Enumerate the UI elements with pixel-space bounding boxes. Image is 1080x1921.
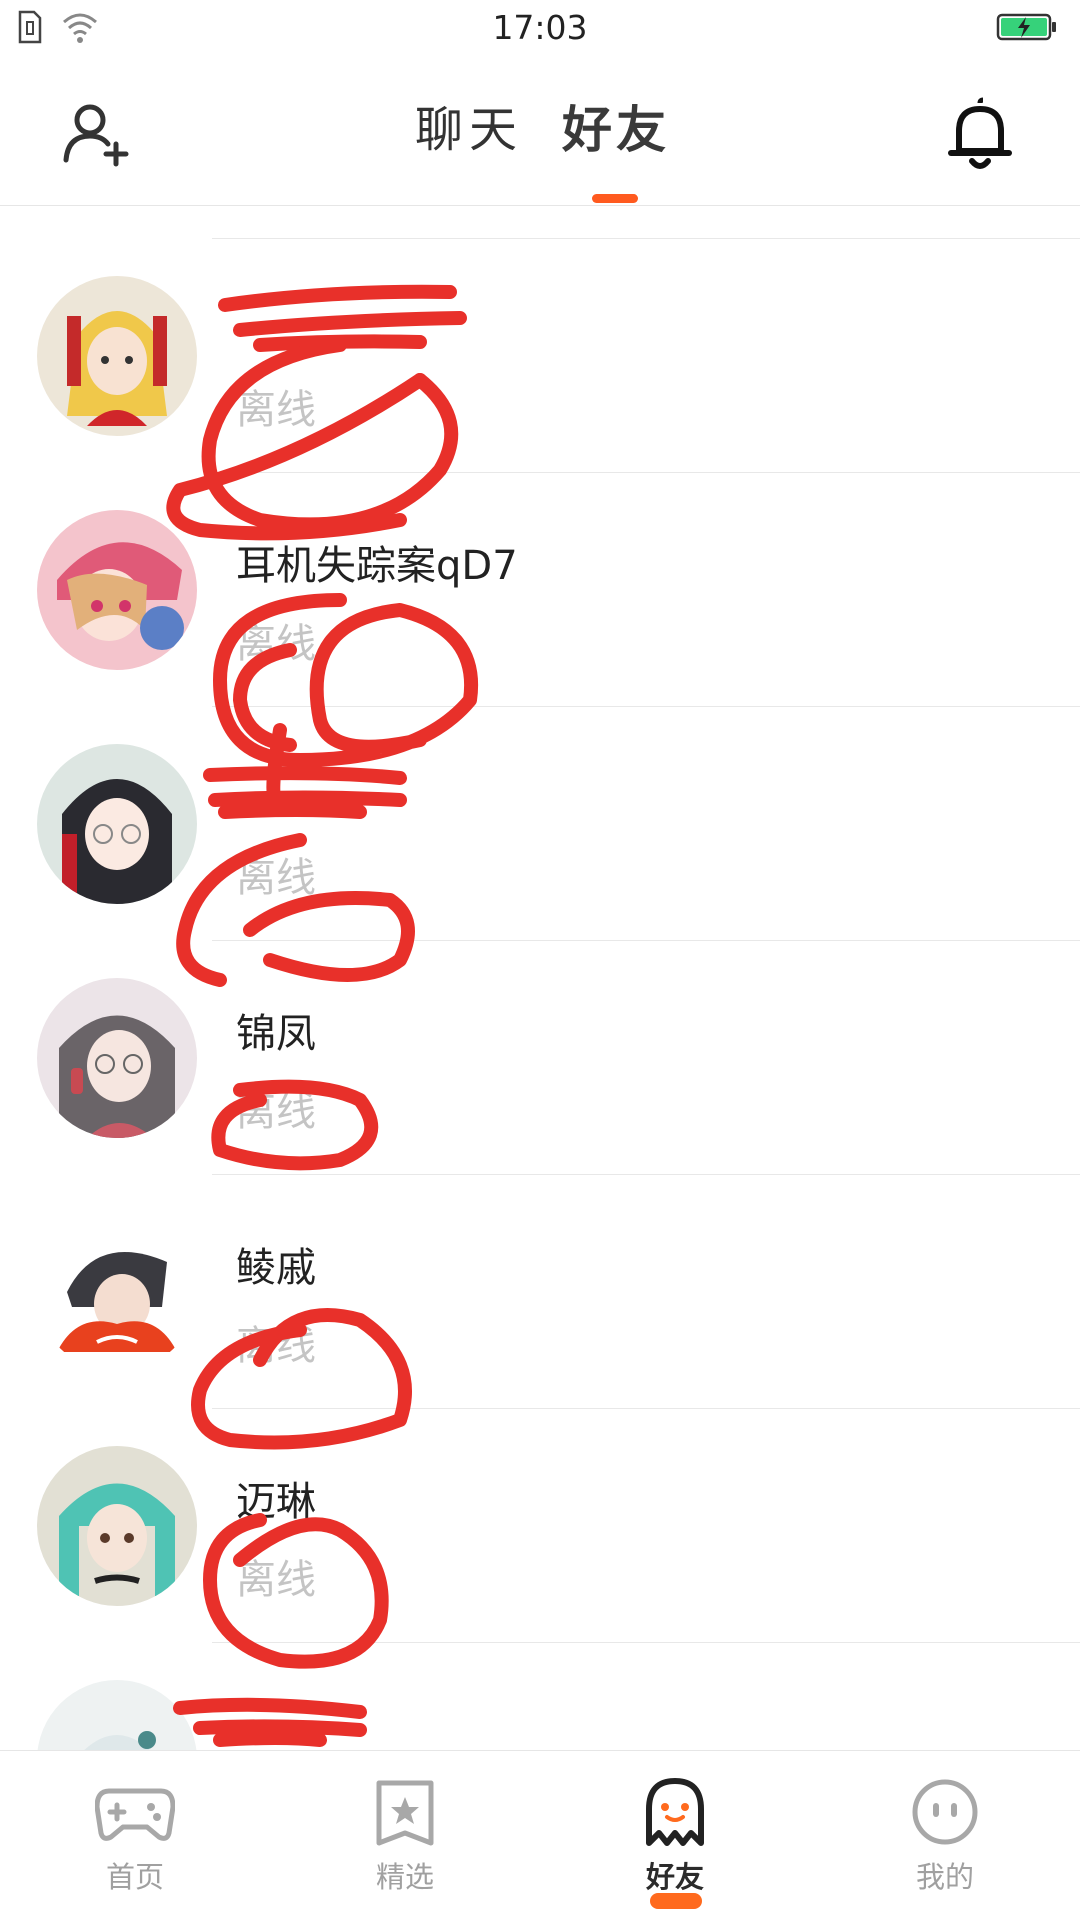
avatar (37, 1680, 197, 1750)
face-icon (905, 1777, 985, 1847)
battery-charging-icon (996, 12, 1058, 46)
nav-featured[interactable]: 精选 (270, 1751, 540, 1921)
list-item[interactable] (0, 1643, 1080, 1750)
list-item[interactable]: 离线 (0, 707, 1080, 941)
list-item[interactable]: 鲮戚 离线 (0, 1175, 1080, 1409)
friend-status: 离线 (236, 1557, 316, 1603)
avatar (37, 978, 197, 1138)
friend-name: 鲮戚 (236, 1245, 316, 1291)
nav-featured-label: 精选 (375, 1860, 434, 1894)
status-bar: 17:03 (0, 0, 1080, 60)
list-item[interactable]: 迈琳 离线 (0, 1409, 1080, 1643)
avatar (37, 744, 197, 904)
friend-list: 离线 耳机失踪案qD7 离线 离线 锦凤 离线 鲮戚 离线 迈琳 离线 (0, 205, 1080, 1750)
bottom-navigation: 首页 精选 好友 我的 (0, 1750, 1080, 1921)
friend-status: 离线 (236, 855, 316, 901)
friend-status: 离线 (236, 387, 316, 433)
ghost-icon (635, 1777, 715, 1847)
friend-status: 离线 (236, 621, 316, 667)
avatar (37, 1212, 197, 1372)
status-time: 17:03 (492, 8, 588, 47)
friend-status: 离线 (236, 1323, 316, 1369)
list-item[interactable] (0, 205, 1080, 239)
gamepad-icon (94, 1777, 176, 1847)
add-friend-icon[interactable] (60, 100, 130, 170)
tab-chat[interactable]: 聊天 (415, 100, 523, 160)
star-card-icon (365, 1777, 445, 1847)
avatar (37, 510, 197, 670)
active-tab-indicator (592, 194, 638, 203)
list-item[interactable]: 离线 (0, 239, 1080, 473)
friend-status: 离线 (236, 1089, 316, 1135)
friend-name: 锦凤 (236, 1011, 316, 1057)
avatar (37, 276, 197, 436)
avatar (37, 1446, 197, 1606)
nav-home-label: 首页 (105, 1860, 164, 1894)
list-item[interactable]: 耳机失踪案qD7 离线 (0, 473, 1080, 707)
list-item[interactable]: 锦凤 离线 (0, 941, 1080, 1175)
nav-friends[interactable]: 好友 (540, 1751, 810, 1921)
bell-icon[interactable] (945, 97, 1015, 172)
tab-friends[interactable]: 好友 (562, 100, 670, 160)
active-nav-indicator (650, 1893, 702, 1909)
nav-friends-label: 好友 (645, 1860, 704, 1894)
top-header: 聊天 好友 (0, 60, 1080, 206)
nav-profile-label: 我的 (915, 1860, 974, 1894)
nav-profile[interactable]: 我的 (810, 1751, 1080, 1921)
friend-name: 迈琳 (236, 1479, 316, 1525)
friend-name: 耳机失踪案qD7 (236, 543, 518, 589)
nav-home[interactable]: 首页 (0, 1751, 270, 1921)
